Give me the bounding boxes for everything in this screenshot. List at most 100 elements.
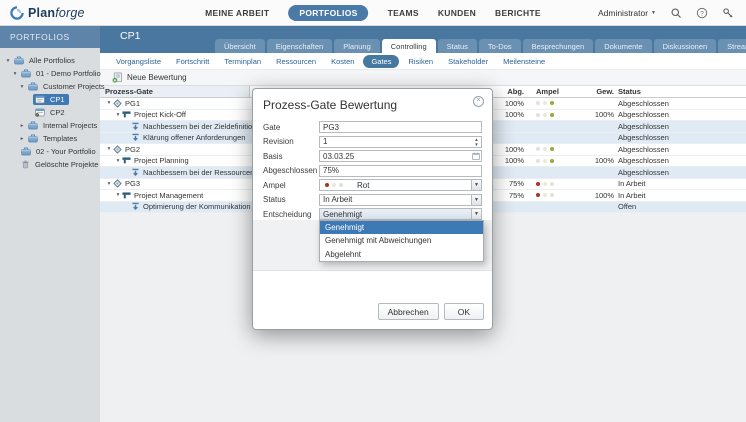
tab-besprechungen[interactable]: Besprechungen <box>523 39 594 53</box>
row-status-value: Abgeschlossen <box>614 122 746 131</box>
row-status-value: Offen <box>614 202 746 211</box>
nav-item-kunden[interactable]: KUNDEN <box>438 8 476 18</box>
row-label: Nachbessern bei der Zieldefinition <box>143 122 256 131</box>
portfolio-icon <box>28 121 38 130</box>
revision-label: Revision <box>263 137 319 146</box>
gates-toolbar: Neue Bewertung <box>100 69 746 86</box>
ampel-dot <box>536 159 540 163</box>
basis-input[interactable]: 03.03.25 <box>319 150 482 162</box>
entscheidung-select[interactable]: Genehmigt <box>319 208 482 220</box>
sidebar-item-internal-projects[interactable]: ▸ Internal Projects <box>0 119 100 132</box>
sidebar-header: PORTFOLIOS <box>0 26 100 48</box>
tree-collapse-icon[interactable]: ▾ <box>105 181 113 187</box>
sidebar-item-gelöschte-projekte[interactable]: Gelöschte Projekte <box>0 158 100 171</box>
status-select[interactable]: In Arbeit <box>319 194 482 206</box>
tab-status[interactable]: Status <box>438 39 477 53</box>
tree-collapse-icon[interactable]: ▾ <box>114 158 122 164</box>
tree-collapse-icon[interactable]: ▾ <box>105 146 113 152</box>
chevron-down-icon[interactable]: ▼ <box>471 208 482 220</box>
portfolio-tree: ▾ Alle Portfolios ▾01 - Demo Portfolio▾Cus… <box>0 48 100 171</box>
prozess-gate-bewertung-dialog: Prozess-Gate Bewertung × GatePG3Revision… <box>252 88 493 330</box>
revision-field-row: Revision1▲▼ <box>263 136 482 148</box>
sidebar-item-templates[interactable]: ▸Templates <box>0 132 100 145</box>
user-menu[interactable]: Administrator▼ <box>598 8 656 18</box>
ampel-select[interactable]: Rot <box>319 179 482 191</box>
row-ampel-indicator <box>524 182 572 186</box>
sidebar-item-cp1[interactable]: CP1 <box>0 93 100 106</box>
new-rating-button[interactable]: Neue Bewertung <box>112 72 187 83</box>
sidebar-item-alle-portfolios[interactable]: ▾ Alle Portfolios <box>0 54 100 67</box>
entscheidung-label: Entscheidung <box>263 210 319 219</box>
subtab-vorgangsliste[interactable]: Vorgangsliste <box>110 55 167 68</box>
subtab-bar: VorgangslisteFortschrittTerminplanRessou… <box>100 53 746 69</box>
close-icon[interactable]: × <box>473 96 484 107</box>
project-icon <box>35 95 45 104</box>
sidebar-item-label: Alle Portfolios <box>29 56 75 65</box>
chevron-down-icon[interactable]: ▼ <box>471 179 482 191</box>
revision-stepper[interactable]: ▲▼ <box>472 137 481 147</box>
action-icon <box>131 133 140 142</box>
nav-item-meine-arbeit[interactable]: MEINE ARBEIT <box>205 8 269 18</box>
tree-collapse-icon[interactable]: ▾ <box>114 112 122 118</box>
tab-controlling[interactable]: Controlling <box>382 39 436 53</box>
tree-expand-icon[interactable]: ▸ <box>18 136 26 142</box>
tab-bar: ÜbersichtEigenschaftenPlanungControlling… <box>215 39 746 53</box>
nav-item-portfolios[interactable]: PORTFOLIOS <box>288 5 368 21</box>
ampel-value: Rot <box>357 181 369 190</box>
gate-field-row: GatePG3 <box>263 121 482 133</box>
ampel-dot <box>536 193 540 197</box>
subtab-meilensteine[interactable]: Meilensteine <box>497 55 551 68</box>
dropdown-option-genehmigt-mit-abweichungen[interactable]: Genehmigt mit Abweichungen <box>320 234 483 247</box>
sidebar-item-label: Customer Projects <box>43 82 105 91</box>
chevron-down-icon: ▼ <box>651 10 656 16</box>
planforge-logo-icon <box>10 6 24 20</box>
search-icon[interactable] <box>670 7 682 19</box>
abgeschlossen-input[interactable]: 75% <box>319 165 482 177</box>
subtab-ressourcen[interactable]: Ressourcen <box>270 55 322 68</box>
abgeschlossen-field-row: Abgeschlossen75% <box>263 165 482 177</box>
subtab-fortschritt[interactable]: Fortschritt <box>170 55 215 68</box>
tree-expand-icon[interactable]: ▸ <box>18 123 26 129</box>
dropdown-option-genehmigt[interactable]: Genehmigt <box>320 221 483 234</box>
subtab-terminplan[interactable]: Terminplan <box>218 55 267 68</box>
chevron-down-icon[interactable]: ▼ <box>471 194 482 206</box>
tab-übersicht[interactable]: Übersicht <box>215 39 265 53</box>
subtab-gates[interactable]: Gates <box>363 55 399 68</box>
cancel-button[interactable]: Abbrechen <box>378 303 439 320</box>
tree-collapse-icon[interactable]: ▾ <box>114 192 122 198</box>
sidebar-item-customer-projects[interactable]: ▾Customer Projects <box>0 80 100 93</box>
sidebar-item-01-demo-portfolio[interactable]: ▾01 - Demo Portfolio <box>0 67 100 80</box>
revision-input[interactable]: 1 <box>319 136 482 148</box>
tab-eigenschaften[interactable]: Eigenschaften <box>267 39 333 53</box>
row-label: Klärung offener Anforderungen <box>143 133 245 142</box>
tab-diskussionen[interactable]: Diskussionen <box>654 39 717 53</box>
ampel-dot <box>325 183 329 187</box>
tree-collapse-icon[interactable]: ▾ <box>18 84 26 90</box>
subtab-risiken[interactable]: Risiken <box>402 55 439 68</box>
tree-collapse-icon[interactable]: ▾ <box>4 58 12 64</box>
project-bar-icon <box>122 191 131 200</box>
sidebar-item-label: Internal Projects <box>43 121 97 130</box>
admin-key-icon[interactable] <box>722 7 734 19</box>
ampel-dot <box>543 159 547 163</box>
svg-text:?: ? <box>700 10 704 17</box>
subtab-kosten[interactable]: Kosten <box>325 55 360 68</box>
sidebar-item-cp2[interactable]: CP2 <box>0 106 100 119</box>
sidebar-item-02-your-portfolio[interactable]: 02 - Your Portfolio <box>0 145 100 158</box>
subtab-stakeholder[interactable]: Stakeholder <box>442 55 494 68</box>
tab-planung[interactable]: Planung <box>334 39 380 53</box>
dropdown-option-abgelehnt[interactable]: Abgelehnt <box>320 248 483 261</box>
ok-button[interactable]: OK <box>444 303 484 320</box>
tab-to-dos[interactable]: To-Dos <box>479 39 521 53</box>
tab-dokumente[interactable]: Dokumente <box>595 39 651 53</box>
entscheidung-field-row: EntscheidungGenehmigt▼ <box>263 208 482 220</box>
row-ampel-indicator <box>524 113 572 117</box>
tree-collapse-icon[interactable]: ▾ <box>11 71 19 77</box>
calendar-icon[interactable] <box>472 152 480 160</box>
tab-stream[interactable]: Stream <box>718 39 746 53</box>
gate-input[interactable]: PG3 <box>319 121 482 133</box>
nav-item-teams[interactable]: TEAMS <box>388 8 419 18</box>
help-icon[interactable]: ? <box>696 7 708 19</box>
tree-collapse-icon[interactable]: ▾ <box>105 100 113 106</box>
nav-item-berichte[interactable]: BERICHTE <box>495 8 541 18</box>
